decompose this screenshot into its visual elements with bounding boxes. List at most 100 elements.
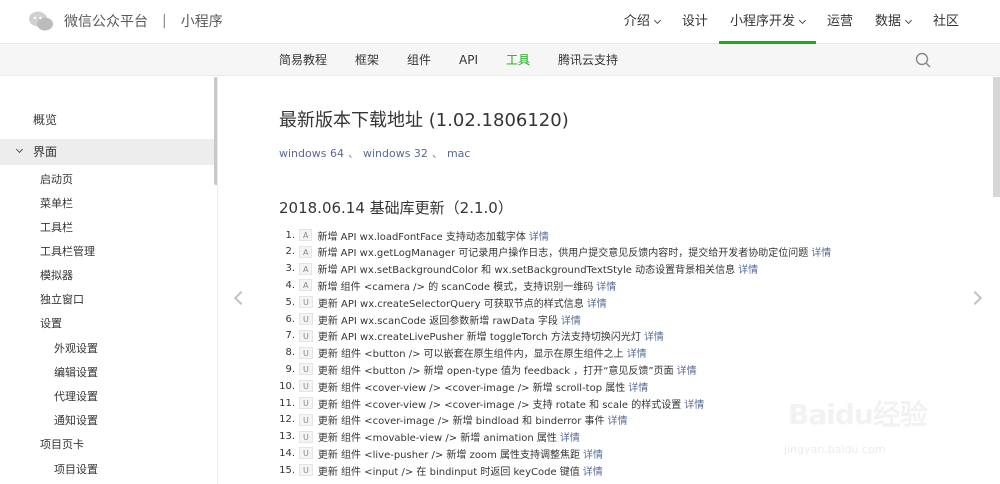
subnav-tab-4[interactable]: 工具	[506, 44, 530, 76]
sidebar-item-14[interactable]: 项目设置	[0, 461, 214, 477]
change-tag: A	[299, 245, 313, 258]
sidebar-item-label: 概览	[33, 113, 58, 127]
sidebar-item-label: 独立窗口	[40, 293, 84, 306]
sidebar-item-8[interactable]: 设置	[0, 315, 214, 331]
download-links: windows 64、 windows 32、 mac	[279, 145, 470, 161]
sidebar-item-11[interactable]: 代理设置	[0, 388, 214, 404]
detail-link[interactable]: 详情	[583, 463, 603, 478]
nav-item-4[interactable]: 数据	[864, 0, 922, 44]
sidebar-item-label: 模拟器	[40, 269, 73, 282]
detail-link[interactable]: 详情	[596, 278, 616, 293]
sidebar-item-label: 设置	[40, 317, 62, 330]
detail-link[interactable]: 详情	[811, 244, 831, 259]
change-number: 15.	[279, 464, 295, 476]
nav-item-2[interactable]: 小程序开发	[718, 0, 816, 44]
sidebar-scrollbar[interactable]	[214, 77, 217, 185]
sidebar-item-9[interactable]: 外观设置	[0, 340, 214, 356]
sidebar-item-10[interactable]: 编辑设置	[0, 364, 214, 380]
nav-item-label: 运营	[826, 14, 853, 29]
page-scrollbar[interactable]	[993, 77, 1000, 197]
change-number: 3.	[285, 263, 295, 275]
change-text: 更新 组件 <input /> 在 bindinput 时返回 keyCode …	[317, 466, 580, 478]
top-bar: 微信公众平台 | 小程序 介绍 设计 小程序开发 运营 数据 社区	[0, 0, 1000, 44]
nav-item-1[interactable]: 设计	[671, 0, 719, 44]
detail-link[interactable]: 详情	[644, 328, 664, 343]
change-tag: U	[299, 380, 313, 393]
change-text: 新增 组件 <camera /> 的 scanCode 模式，支持识别一维码	[317, 281, 594, 293]
sidebar-item-13[interactable]: 项目页卡	[0, 436, 214, 452]
subnav-tab-2[interactable]: 组件	[407, 44, 431, 76]
detail-link[interactable]: 详情	[627, 345, 647, 360]
detail-link[interactable]: 详情	[529, 228, 549, 243]
sidebar-item-3[interactable]: 菜单栏	[0, 195, 214, 211]
detail-link[interactable]: 详情	[561, 312, 581, 327]
sidebar-item-2[interactable]: 启动页	[0, 171, 214, 187]
detail-link[interactable]: 详情	[608, 412, 628, 427]
change-item: 13. U 更新 组件 <movable-view /> 新增 animation …	[279, 429, 580, 445]
update-title: 2018.06.14 基础库更新（2.1.0）	[279, 199, 513, 217]
sidebar-item-label: 菜单栏	[40, 197, 73, 210]
subnav-tab-3[interactable]: API	[459, 44, 478, 76]
sidebar-item-0[interactable]: 概览	[0, 111, 214, 128]
change-number: 14.	[279, 447, 295, 459]
change-text: 更新 组件 <live-pusher /> 新增 zoom 属性支持调整焦距	[317, 449, 581, 461]
subnav-tab-5[interactable]: 腾讯云支持	[558, 44, 618, 76]
sidebar-item-5[interactable]: 工具栏管理	[0, 243, 214, 259]
change-text: 更新 组件 <button /> 可以嵌套在原生组件内，显示在原生组件之上	[317, 349, 624, 361]
brand-name: 微信公众平台	[64, 14, 148, 30]
change-item: 12. U 更新 组件 <cover-image /> 新增 bindload 和 …	[279, 412, 628, 428]
nav-item-label: 设计	[681, 14, 708, 29]
download-separator: 、	[431, 147, 443, 160]
change-number: 7.	[285, 330, 295, 342]
change-text: 更新 API wx.createSelectorQuery 可获取节点的样式信息	[317, 298, 584, 310]
subnav-tab-0[interactable]: 简易教程	[279, 44, 327, 76]
sub-nav: 简易教程 框架 组件 API 工具 腾讯云支持	[0, 44, 1000, 76]
prev-page-arrow-icon[interactable]	[233, 290, 249, 306]
sidebar-item-label: 界面	[33, 145, 58, 159]
change-text: 更新 API wx.createLivePusher 新增 toggleTorc…	[317, 332, 641, 344]
change-number: 5.	[285, 296, 295, 308]
change-text: 更新 API wx.scanCode 返回参数新增 rawData 字段	[317, 315, 558, 327]
download-link-0[interactable]: windows 64	[279, 147, 344, 160]
change-text: 更新 组件 <movable-view /> 新增 animation 属性	[317, 433, 557, 445]
change-item: 5. U 更新 API wx.createSelectorQuery 可获取节点的样…	[279, 294, 607, 310]
detail-link[interactable]: 详情	[628, 379, 648, 394]
nav-item-0[interactable]: 介绍	[613, 0, 671, 44]
change-tag: A	[299, 262, 313, 275]
nav-item-5[interactable]: 社区	[922, 0, 970, 44]
sidebar-item-4[interactable]: 工具栏	[0, 219, 214, 235]
change-text: 更新 组件 <cover-image /> 新增 bindload 和 bind…	[317, 416, 605, 428]
sidebar-item-1[interactable]: 界面	[0, 139, 214, 165]
change-tag: U	[299, 346, 313, 359]
download-link-1[interactable]: windows 32	[363, 147, 428, 160]
nav-item-3[interactable]: 运营	[816, 0, 864, 44]
logo[interactable]: 微信公众平台 | 小程序	[28, 10, 223, 32]
change-text: 更新 组件 <cover-view /> <cover-image /> 新增 …	[317, 382, 626, 394]
chevron-down-icon	[653, 16, 661, 25]
detail-link[interactable]: 详情	[587, 295, 607, 310]
change-item: 10. U 更新 组件 <cover-view /> <cover-image />…	[279, 378, 648, 394]
change-number: 13.	[279, 431, 295, 443]
change-tag: U	[299, 413, 313, 426]
detail-link[interactable]: 详情	[684, 396, 704, 411]
next-page-arrow-icon[interactable]	[967, 290, 983, 306]
baidu-watermark: Baidu经验 jingyan.baidu.com	[748, 393, 958, 463]
sidebar-item-7[interactable]: 独立窗口	[0, 291, 214, 307]
change-item: 7. U 更新 API wx.createLivePusher 新增 toggleT…	[279, 328, 664, 344]
sidebar-item-12[interactable]: 通知设置	[0, 412, 214, 428]
nav-item-label: 数据	[874, 14, 901, 29]
change-text: 更新 组件 <button /> 新增 open-type 值为 feedbac…	[317, 365, 674, 377]
detail-link[interactable]: 详情	[677, 362, 697, 377]
download-link-2[interactable]: mac	[447, 147, 471, 160]
change-tag: A	[299, 279, 313, 292]
change-item: 3. A 新增 API wx.setBackgroundColor 和 wx.set…	[279, 261, 758, 277]
sidebar-item-label: 编辑设置	[54, 366, 98, 379]
sidebar-item-6[interactable]: 模拟器	[0, 267, 214, 283]
detail-link[interactable]: 详情	[560, 429, 580, 444]
detail-link[interactable]: 详情	[583, 446, 603, 461]
search-icon[interactable]	[915, 52, 931, 68]
sidebar-item-label: 项目页卡	[40, 438, 84, 451]
detail-link[interactable]: 详情	[738, 261, 758, 276]
subnav-tab-1[interactable]: 框架	[355, 44, 379, 76]
change-tag: U	[299, 464, 313, 477]
